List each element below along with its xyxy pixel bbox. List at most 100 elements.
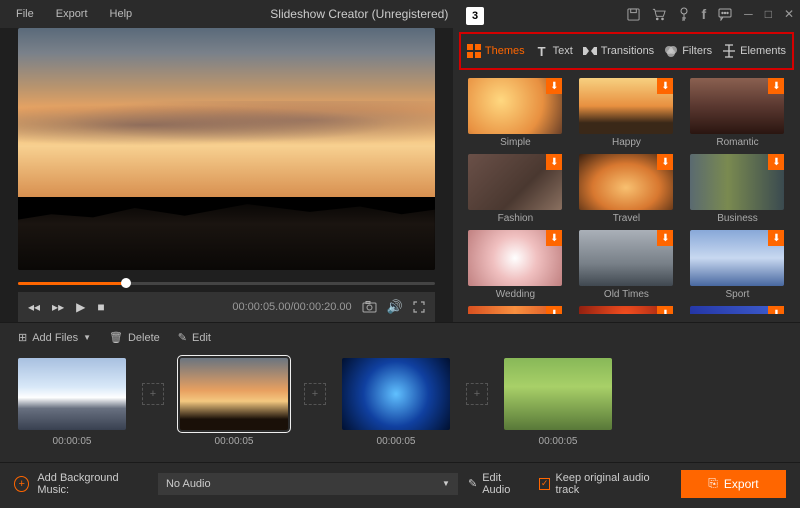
theme-extra[interactable]: ⬇: [468, 306, 562, 314]
export-button[interactable]: ⎘Export: [681, 470, 786, 498]
filters-icon: [664, 44, 678, 58]
clip-item[interactable]: 00:00:05: [342, 358, 450, 447]
download-icon[interactable]: ⬇: [546, 306, 562, 314]
close-icon[interactable]: ✕: [784, 7, 794, 21]
snapshot-icon[interactable]: [362, 301, 377, 313]
tab-themes[interactable]: Themes: [467, 44, 525, 58]
download-icon[interactable]: ⬇: [546, 154, 562, 170]
theme-simple[interactable]: ⬇: [468, 78, 562, 134]
add-music-label: Add Background Music:: [37, 472, 148, 496]
download-icon[interactable]: ⬇: [546, 78, 562, 94]
time-display: 00:00:05.00/00:00:20.00: [105, 301, 352, 313]
save-icon[interactable]: [627, 8, 640, 21]
theme-label: Happy: [612, 137, 641, 148]
add-music-section: + Add Background Music:: [14, 472, 148, 496]
pencil-icon: ✎: [468, 477, 477, 490]
step-callout: 3: [466, 7, 484, 25]
clip-item[interactable]: 00:00:05: [504, 358, 612, 447]
add-files-button[interactable]: ⊞Add Files▼: [18, 331, 91, 344]
theme-romantic[interactable]: ⬇: [690, 78, 784, 134]
theme-label: Wedding: [496, 289, 535, 300]
clip-item[interactable]: 00:00:05: [18, 358, 126, 447]
theme-wedding[interactable]: ⬇: [468, 230, 562, 286]
timeline: 00:00:05 + 00:00:05 + 00:00:05 + 00:00:0…: [0, 352, 800, 462]
download-icon[interactable]: ⬇: [657, 154, 673, 170]
fastforward-button[interactable]: ▸▸: [52, 300, 64, 314]
edit-audio-button[interactable]: ✎Edit Audio: [468, 472, 529, 496]
clip-duration: 00:00:05: [215, 436, 254, 447]
fullscreen-icon[interactable]: [413, 301, 425, 313]
download-icon[interactable]: ⬇: [768, 230, 784, 246]
theme-sport[interactable]: ⬇: [690, 230, 784, 286]
theme-label: Business: [717, 213, 758, 224]
themes-icon: [467, 44, 481, 58]
tab-transitions[interactable]: Transitions: [583, 44, 654, 58]
rewind-button[interactable]: ◂◂: [28, 300, 40, 314]
theme-label: Sport: [726, 289, 750, 300]
pencil-icon: ✎: [178, 331, 187, 344]
window-controls: f ─ □ ✕: [627, 6, 795, 22]
add-transition-button[interactable]: +: [304, 383, 326, 405]
checkbox-icon: ✓: [539, 478, 551, 490]
plus-icon: ⊞: [18, 331, 27, 344]
trash-icon: 🗑: [109, 331, 123, 344]
clip-duration: 00:00:05: [377, 436, 416, 447]
clip-toolbar: ⊞Add Files▼ 🗑Delete ✎Edit: [0, 322, 800, 352]
keep-audio-checkbox[interactable]: ✓Keep original audio track: [539, 472, 671, 496]
download-icon[interactable]: ⬇: [768, 306, 784, 314]
download-icon[interactable]: ⬇: [657, 306, 673, 314]
feedback-icon[interactable]: [718, 8, 732, 21]
transitions-icon: [583, 44, 597, 58]
menu-export[interactable]: Export: [46, 4, 98, 24]
download-icon[interactable]: ⬇: [768, 154, 784, 170]
seek-thumb[interactable]: [121, 278, 131, 288]
add-transition-button[interactable]: +: [142, 383, 164, 405]
menu-file[interactable]: File: [6, 4, 44, 24]
theme-label: Travel: [613, 213, 640, 224]
theme-label: Old Times: [604, 289, 649, 300]
key-icon[interactable]: [678, 7, 690, 21]
stop-button[interactable]: ■: [97, 300, 104, 314]
theme-business[interactable]: ⬇: [690, 154, 784, 210]
play-button[interactable]: ▶: [76, 300, 85, 314]
chevron-down-icon: ▼: [442, 479, 450, 488]
theme-happy[interactable]: ⬇: [579, 78, 673, 134]
download-icon[interactable]: ⬇: [657, 78, 673, 94]
add-transition-button[interactable]: +: [466, 383, 488, 405]
clip-item[interactable]: 00:00:05: [180, 358, 288, 447]
theme-fashion[interactable]: ⬇: [468, 154, 562, 210]
themes-grid: ⬇ Simple ⬇ Happy ⬇ Romantic ⬇ Fashion ⬇ Trave…: [459, 70, 794, 314]
effects-tabs: Themes TText Transitions Filters Element…: [459, 32, 794, 70]
theme-extra[interactable]: ⬇: [690, 306, 784, 314]
tab-elements[interactable]: Elements: [722, 44, 786, 58]
preview-pane[interactable]: [18, 28, 435, 270]
theme-travel[interactable]: ⬇: [579, 154, 673, 210]
audio-select[interactable]: No Audio▼: [158, 473, 458, 495]
tab-filters[interactable]: Filters: [664, 44, 712, 58]
minimize-icon[interactable]: ─: [744, 7, 753, 21]
tab-text[interactable]: TText: [535, 44, 573, 58]
maximize-icon[interactable]: □: [765, 7, 772, 21]
cart-icon[interactable]: [652, 8, 666, 21]
theme-extra[interactable]: ⬇: [579, 306, 673, 314]
chevron-down-icon: ▼: [83, 333, 91, 342]
clip-duration: 00:00:05: [539, 436, 578, 447]
download-icon[interactable]: ⬇: [546, 230, 562, 246]
add-music-button[interactable]: +: [14, 476, 29, 492]
app-title: Slideshow Creator (Unregistered): [92, 7, 626, 21]
volume-icon[interactable]: 🔊: [387, 299, 403, 315]
player-controls: ◂◂ ▸▸ ▶ ■ 00:00:05.00/00:00:20.00 🔊: [18, 292, 435, 322]
elements-icon: [722, 44, 736, 58]
theme-label: Simple: [500, 137, 531, 148]
facebook-icon[interactable]: f: [702, 6, 707, 22]
theme-old-times[interactable]: ⬇: [579, 230, 673, 286]
download-icon[interactable]: ⬇: [657, 230, 673, 246]
seek-bar[interactable]: [18, 274, 435, 292]
edit-button[interactable]: ✎Edit: [178, 331, 211, 344]
footer: + Add Background Music: No Audio▼ ✎Edit …: [0, 462, 800, 504]
delete-button[interactable]: 🗑Delete: [109, 331, 160, 344]
theme-label: Fashion: [498, 213, 534, 224]
download-icon[interactable]: ⬇: [768, 78, 784, 94]
theme-label: Romantic: [716, 137, 758, 148]
titlebar: File Export Help Slideshow Creator (Unre…: [0, 0, 800, 28]
